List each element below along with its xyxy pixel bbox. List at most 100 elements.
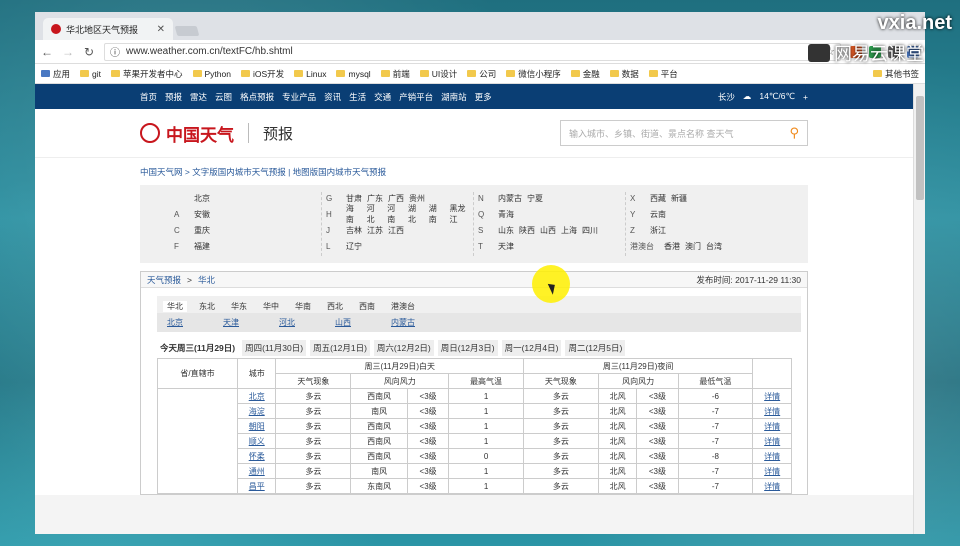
add-city-icon[interactable]: + [803,92,808,102]
bookmark-item[interactable]: 平台 [648,68,678,80]
area-tab[interactable]: 华北 [163,300,187,312]
province-link[interactable]: 云南 [650,209,666,220]
detail-link[interactable]: 详情 [752,388,792,404]
province-tab[interactable]: 天津 [223,317,239,328]
province-link[interactable]: 黑龙江 [449,203,473,225]
forward-icon[interactable]: → [62,45,74,59]
province-tab[interactable]: 山西 [335,317,351,328]
detail-link[interactable]: 详情 [752,418,792,434]
area-tab[interactable]: 港澳台 [387,301,419,312]
crumb-map[interactable]: 地图版国内城市天气预报 [293,166,387,178]
bookmark-item[interactable]: 前端 [380,68,410,80]
province-tab[interactable]: 北京 [167,317,183,328]
city-link[interactable]: 顺义 [236,433,277,449]
province-link[interactable]: 山西 [540,225,556,236]
nav-item[interactable]: 资讯 [324,91,341,103]
bookmark-item[interactable]: UI设计 [419,68,457,80]
back-icon[interactable]: ← [41,45,53,59]
bookmark-item[interactable]: 苹果开发者中心 [111,68,183,80]
day-tab[interactable]: 周一(12月4日) [501,340,562,356]
city-link[interactable]: 海淀 [236,403,277,419]
day-tab[interactable]: 周五(12月1日) [310,340,370,356]
province-link[interactable]: 台湾 [706,241,722,252]
province-link[interactable]: 北京 [194,193,210,204]
nav-item[interactable]: 更多 [475,91,492,103]
info-icon[interactable]: ⓘ [110,44,120,59]
detail-link[interactable]: 详情 [752,463,792,479]
scrollbar[interactable] [913,84,925,534]
nav-item[interactable]: 产销平台 [399,91,433,103]
province-link[interactable]: 宁夏 [527,193,543,204]
day-tab[interactable]: 今天周三(11月29日) [157,340,239,356]
city-link[interactable]: 北京 [236,388,277,404]
province-link[interactable]: 西藏 [650,193,666,204]
city-link[interactable]: 朝阳 [236,418,277,434]
bookmark-item[interactable]: 公司 [467,68,496,80]
nav-item[interactable]: 格点预报 [240,91,274,103]
province-link[interactable]: 安徽 [194,209,210,220]
province-link[interactable]: 澳门 [685,241,701,252]
province-link[interactable]: 内蒙古 [498,193,522,204]
nav-item[interactable]: 湖南站 [441,91,467,103]
browser-tab[interactable]: 华北地区天气预报 ✕ [43,18,173,40]
area-tab[interactable]: 华南 [291,301,315,312]
bookmark-item[interactable]: iOS开发 [240,68,284,80]
province-link[interactable]: 湖南 [429,203,445,225]
panel-title[interactable]: 天气预报 [147,274,181,286]
province-link[interactable]: 陕西 [519,225,535,236]
detail-link[interactable]: 详情 [752,478,792,494]
crumb-home[interactable]: 中国天气网 [140,166,183,178]
bookmark-item[interactable]: mysql [336,69,371,79]
bookmark-item[interactable]: 金融 [570,68,600,80]
search-icon[interactable]: ⚲ [789,125,799,141]
province-link[interactable]: 重庆 [194,225,210,236]
province-link[interactable]: 浙江 [650,225,666,236]
address-bar[interactable]: ⓘ www.weather.com.cn/textFC/hb.shtml ☆ [104,42,841,61]
city-link[interactable]: 昌平 [236,478,277,494]
province-link[interactable]: 山东 [498,225,514,236]
province-link[interactable]: 江苏 [367,225,383,236]
site-logo[interactable]: 中国天气 预报 [140,121,293,146]
area-tab[interactable]: 华东 [227,301,251,312]
city-link[interactable]: 通州 [236,463,277,479]
nav-item[interactable]: 生活 [349,91,366,103]
bookmark-item[interactable]: Python [192,69,231,79]
area-tab[interactable]: 东北 [195,301,219,312]
nav-city[interactable]: 长沙 [718,91,735,103]
area-tab[interactable]: 华中 [259,301,283,312]
nav-item[interactable]: 云图 [215,91,232,103]
day-tab[interactable]: 周六(12月2日) [373,340,434,356]
nav-item[interactable]: 预报 [165,91,182,103]
nav-item[interactable]: 雷达 [190,91,207,103]
province-link[interactable]: 新疆 [671,193,687,204]
city-link[interactable]: 怀柔 [236,448,277,464]
province-link[interactable]: 天津 [498,241,514,252]
bookmark-item[interactable]: 应用 [41,68,70,80]
province-link[interactable]: 广东 [367,193,383,204]
bookmark-item[interactable]: 其他书签 [872,68,919,80]
province-link[interactable]: 上海 [561,225,577,236]
day-tab[interactable]: 周四(11月30日) [242,340,307,356]
search-input[interactable]: 输入城市、乡镇、街道、景点名称 查天气 ⚲ [560,120,808,146]
area-tab[interactable]: 西南 [355,301,379,312]
bookmark-item[interactable]: 微信小程序 [506,68,561,80]
province-link[interactable]: 河北 [367,203,383,225]
panel-region[interactable]: 华北 [198,274,215,286]
province-tab[interactable]: 河北 [279,317,295,328]
province-link[interactable]: 吉林 [346,225,362,236]
province-link[interactable]: 江西 [388,225,404,236]
province-link[interactable]: 香港 [664,241,680,252]
bookmark-item[interactable]: Linux [294,69,326,79]
new-tab-button[interactable] [174,26,200,36]
area-tab[interactable]: 西北 [323,301,347,312]
nav-item[interactable]: 首页 [140,91,157,103]
nav-item[interactable]: 专业产品 [282,91,316,103]
scrollbar-thumb[interactable] [916,96,924,200]
reload-icon[interactable]: ↻ [83,45,95,59]
day-tab[interactable]: 周二(12月5日) [565,340,626,356]
province-link[interactable]: 青海 [498,209,514,220]
province-link[interactable]: 辽宁 [346,241,362,252]
detail-link[interactable]: 详情 [752,448,792,464]
bookmark-item[interactable]: git [80,69,101,79]
bookmark-item[interactable]: 数据 [609,68,639,80]
